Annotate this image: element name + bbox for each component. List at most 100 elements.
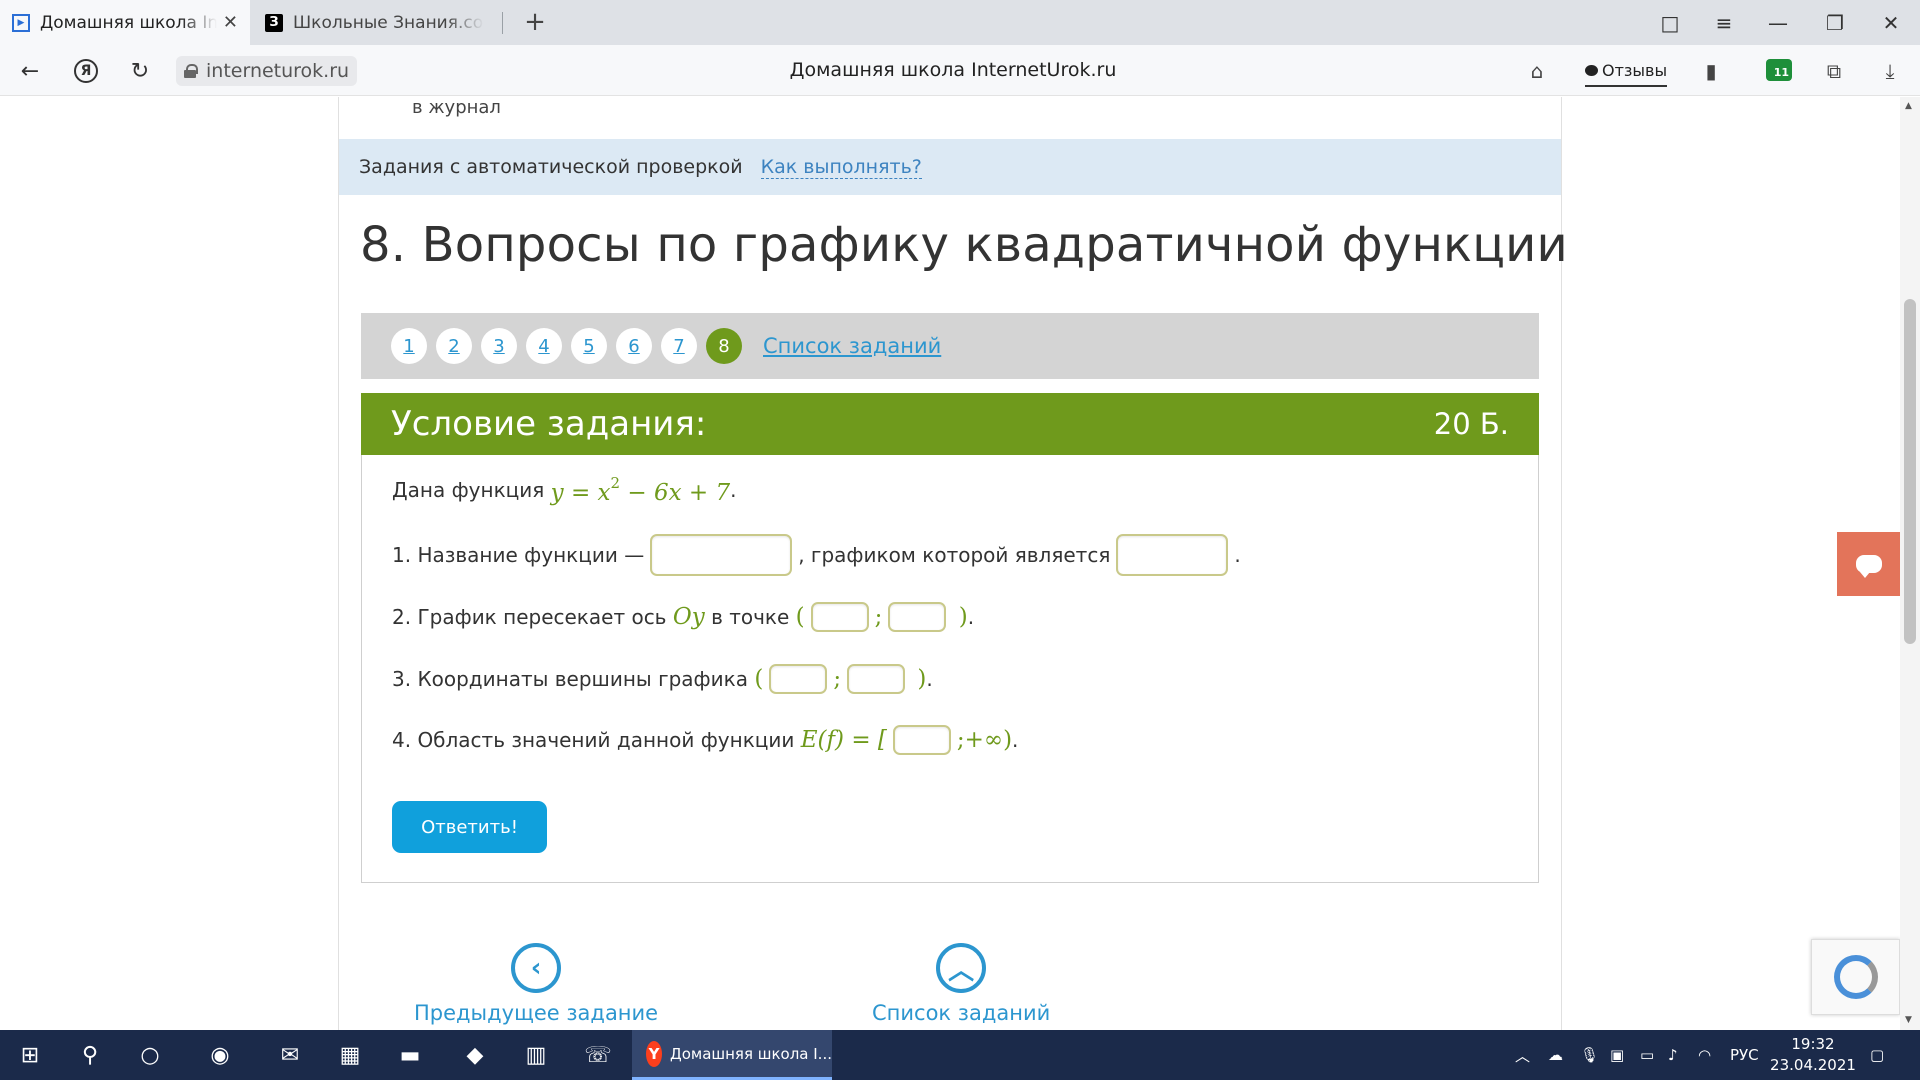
paint-icon[interactable]: ◆ (447, 1030, 503, 1080)
pager-item-2[interactable]: 2 (436, 328, 472, 364)
task-condition-title: Условие задания: (391, 404, 707, 444)
pager-item-1[interactable]: 1 (391, 328, 427, 364)
tab-title: Школьные Знания.com - Решаем вместе (293, 12, 484, 33)
downloads-badge-icon[interactable]: 11 (1766, 59, 1792, 81)
search-icon[interactable]: ⚲ (62, 1030, 118, 1080)
vertex-x-input[interactable] (769, 664, 828, 694)
url-text: interneturok.ru (206, 60, 350, 82)
calculator-icon[interactable]: ▦ (322, 1030, 378, 1080)
page-viewport: в журнал Задания с автоматической провер… (0, 97, 1900, 1030)
tab-interneturok[interactable]: ▶ Домашняя школа InternetUrok.ru ✕ (0, 0, 250, 45)
task-list-label[interactable]: Список заданий (872, 1001, 1050, 1025)
prev-task-label[interactable]: Предыдущее задание (414, 1001, 658, 1025)
q2-middle-label: в точке (711, 605, 790, 629)
prev-task-nav[interactable]: ‹ Предыдущее задание (414, 943, 658, 1025)
question-3: 3. Координаты вершины графика ( ; ) . (392, 664, 933, 694)
pager-item-4[interactable]: 4 (526, 328, 562, 364)
task-list-link[interactable]: Список заданий (763, 334, 941, 358)
collections-icon[interactable]: □ (1643, 0, 1697, 45)
pager-item-6[interactable]: 6 (616, 328, 652, 364)
tray-cloud-icon[interactable]: ☁ (1548, 1030, 1563, 1080)
intro-text: Дана функция (392, 478, 545, 502)
q4-label: 4. Область значений данной функции (392, 728, 795, 752)
menu-icon[interactable]: ≡ (1697, 0, 1751, 45)
download-icon[interactable]: ⤓ (1874, 55, 1906, 87)
pager-item-5[interactable]: 5 (571, 328, 607, 364)
url-field[interactable]: interneturok.ru (176, 56, 358, 86)
yandex-browser-icon: Y (646, 1040, 662, 1067)
tray-chevron-icon[interactable]: ︿ (1515, 1030, 1530, 1080)
reload-icon[interactable]: ↻ (120, 52, 160, 90)
restore-button[interactable]: ❐ (1808, 0, 1862, 45)
scroll-up-icon[interactable]: ▲ (1905, 101, 1912, 111)
pager-item-3[interactable]: 3 (481, 328, 517, 364)
journal-link[interactable]: в журнал (412, 97, 501, 118)
range-min-input[interactable] (892, 725, 951, 755)
how-to-link[interactable]: Как выполнять? (760, 156, 922, 179)
tray-app-icon[interactable]: ▣ (1610, 1030, 1624, 1080)
scrollbar-thumb[interactable] (1904, 299, 1916, 644)
yandex-home-icon[interactable]: Я (66, 52, 106, 90)
function-name-input[interactable] (650, 534, 793, 576)
q3-label: 3. Координаты вершины графика (392, 667, 748, 691)
bookmark-icon[interactable]: ▮ (1695, 55, 1727, 87)
clock-time: 19:32 (1791, 1035, 1835, 1053)
oy-point-y-input[interactable] (888, 602, 947, 632)
back-arrow-icon[interactable]: ← (10, 52, 50, 90)
chevron-left-icon[interactable]: ‹ (511, 943, 562, 993)
task-intro: Дана функция y = x2 − 6x + 7 . (392, 474, 737, 506)
whatsapp-icon[interactable]: ☏ (570, 1030, 626, 1080)
close-window-button[interactable]: ✕ (1864, 0, 1918, 45)
notifications-icon[interactable]: ▢ (1870, 1030, 1884, 1080)
task-view-icon[interactable]: ○ (122, 1030, 178, 1080)
oy-point-x-input[interactable] (810, 602, 869, 632)
volume-icon[interactable]: ♪ (1668, 1030, 1678, 1080)
library-icon[interactable]: ▥ (508, 1030, 564, 1080)
page-scrollbar[interactable]: ▲ ▼ (1900, 97, 1920, 1030)
chat-icon (1855, 555, 1882, 578)
chevron-up-icon[interactable]: ︿ (936, 943, 987, 993)
tab-znania[interactable]: З Школьные Знания.com - Решаем вместе (253, 0, 496, 45)
question-1: 1. Название функции — , графиком которой… (392, 534, 1241, 576)
task-pager: 1 2 3 4 5 6 7 8 Список заданий (361, 313, 1539, 379)
auto-check-label: Задания с автоматической проверкой (359, 156, 743, 178)
graph-type-input[interactable] (1116, 534, 1229, 576)
znania-favicon-icon: З (265, 13, 283, 32)
new-tab-button[interactable]: + (520, 8, 550, 38)
battery-icon[interactable]: ▭ (1640, 1030, 1654, 1080)
minimize-button[interactable]: — (1751, 0, 1805, 45)
pager-item-7[interactable]: 7 (661, 328, 697, 364)
task-header: Условие задания: 20 Б. (361, 393, 1539, 455)
close-tab-icon[interactable]: ✕ (223, 12, 238, 33)
microphone-icon[interactable]: 🎙 (1580, 1030, 1599, 1080)
windows-taskbar: ⊞ ⚲ ○ ◉ ✉ ▦ ▬ ◆ ▥ ☏ Y Домашняя школа I..… (0, 1030, 1920, 1080)
protect-icon[interactable]: ⌂ (1521, 55, 1553, 87)
system-clock[interactable]: 19:32 23.04.2021 (1768, 1034, 1858, 1076)
function-formula: y = x2 − 6x + 7 (550, 474, 731, 506)
wifi-icon[interactable]: ◠ (1698, 1030, 1711, 1080)
mail-icon[interactable]: ✉ (262, 1030, 318, 1080)
file-explorer-icon[interactable]: ▬ (382, 1030, 438, 1080)
reviews-button[interactable]: Отзывы (1585, 55, 1668, 87)
scroll-down-icon[interactable]: ▼ (1905, 1015, 1912, 1025)
lock-icon (184, 64, 198, 78)
task-list-nav[interactable]: ︿ Список заданий (872, 943, 1050, 1025)
interneturok-favicon-icon: ▶ (12, 13, 30, 32)
task-points: 20 Б. (1433, 407, 1509, 441)
windows-start-icon[interactable]: ⊞ (2, 1030, 58, 1080)
clock-date: 23.04.2021 (1770, 1056, 1856, 1074)
collections-sidebar-icon[interactable]: ⧉ (1818, 55, 1850, 87)
recaptcha-badge (1811, 939, 1900, 1015)
q1-middle-label: , графиком которой является (798, 543, 1111, 567)
question-2: 2. График пересекает ось Oy в точке ( ; … (392, 602, 975, 632)
q1-label: 1. Название функции — (392, 543, 645, 567)
pager-item-8-current[interactable]: 8 (706, 328, 742, 364)
taskbar-browser-app[interactable]: Y Домашняя школа I... (632, 1030, 832, 1080)
vertex-y-input[interactable] (847, 664, 906, 694)
taskbar-app-label: Домашняя школа I... (670, 1044, 832, 1063)
chat-button[interactable] (1837, 532, 1900, 596)
language-indicator[interactable]: РУС (1730, 1030, 1759, 1080)
alice-icon[interactable]: ◉ (192, 1030, 248, 1080)
range-formula: E(f) = [ (800, 727, 887, 753)
answer-button[interactable]: Ответить! (392, 801, 547, 853)
